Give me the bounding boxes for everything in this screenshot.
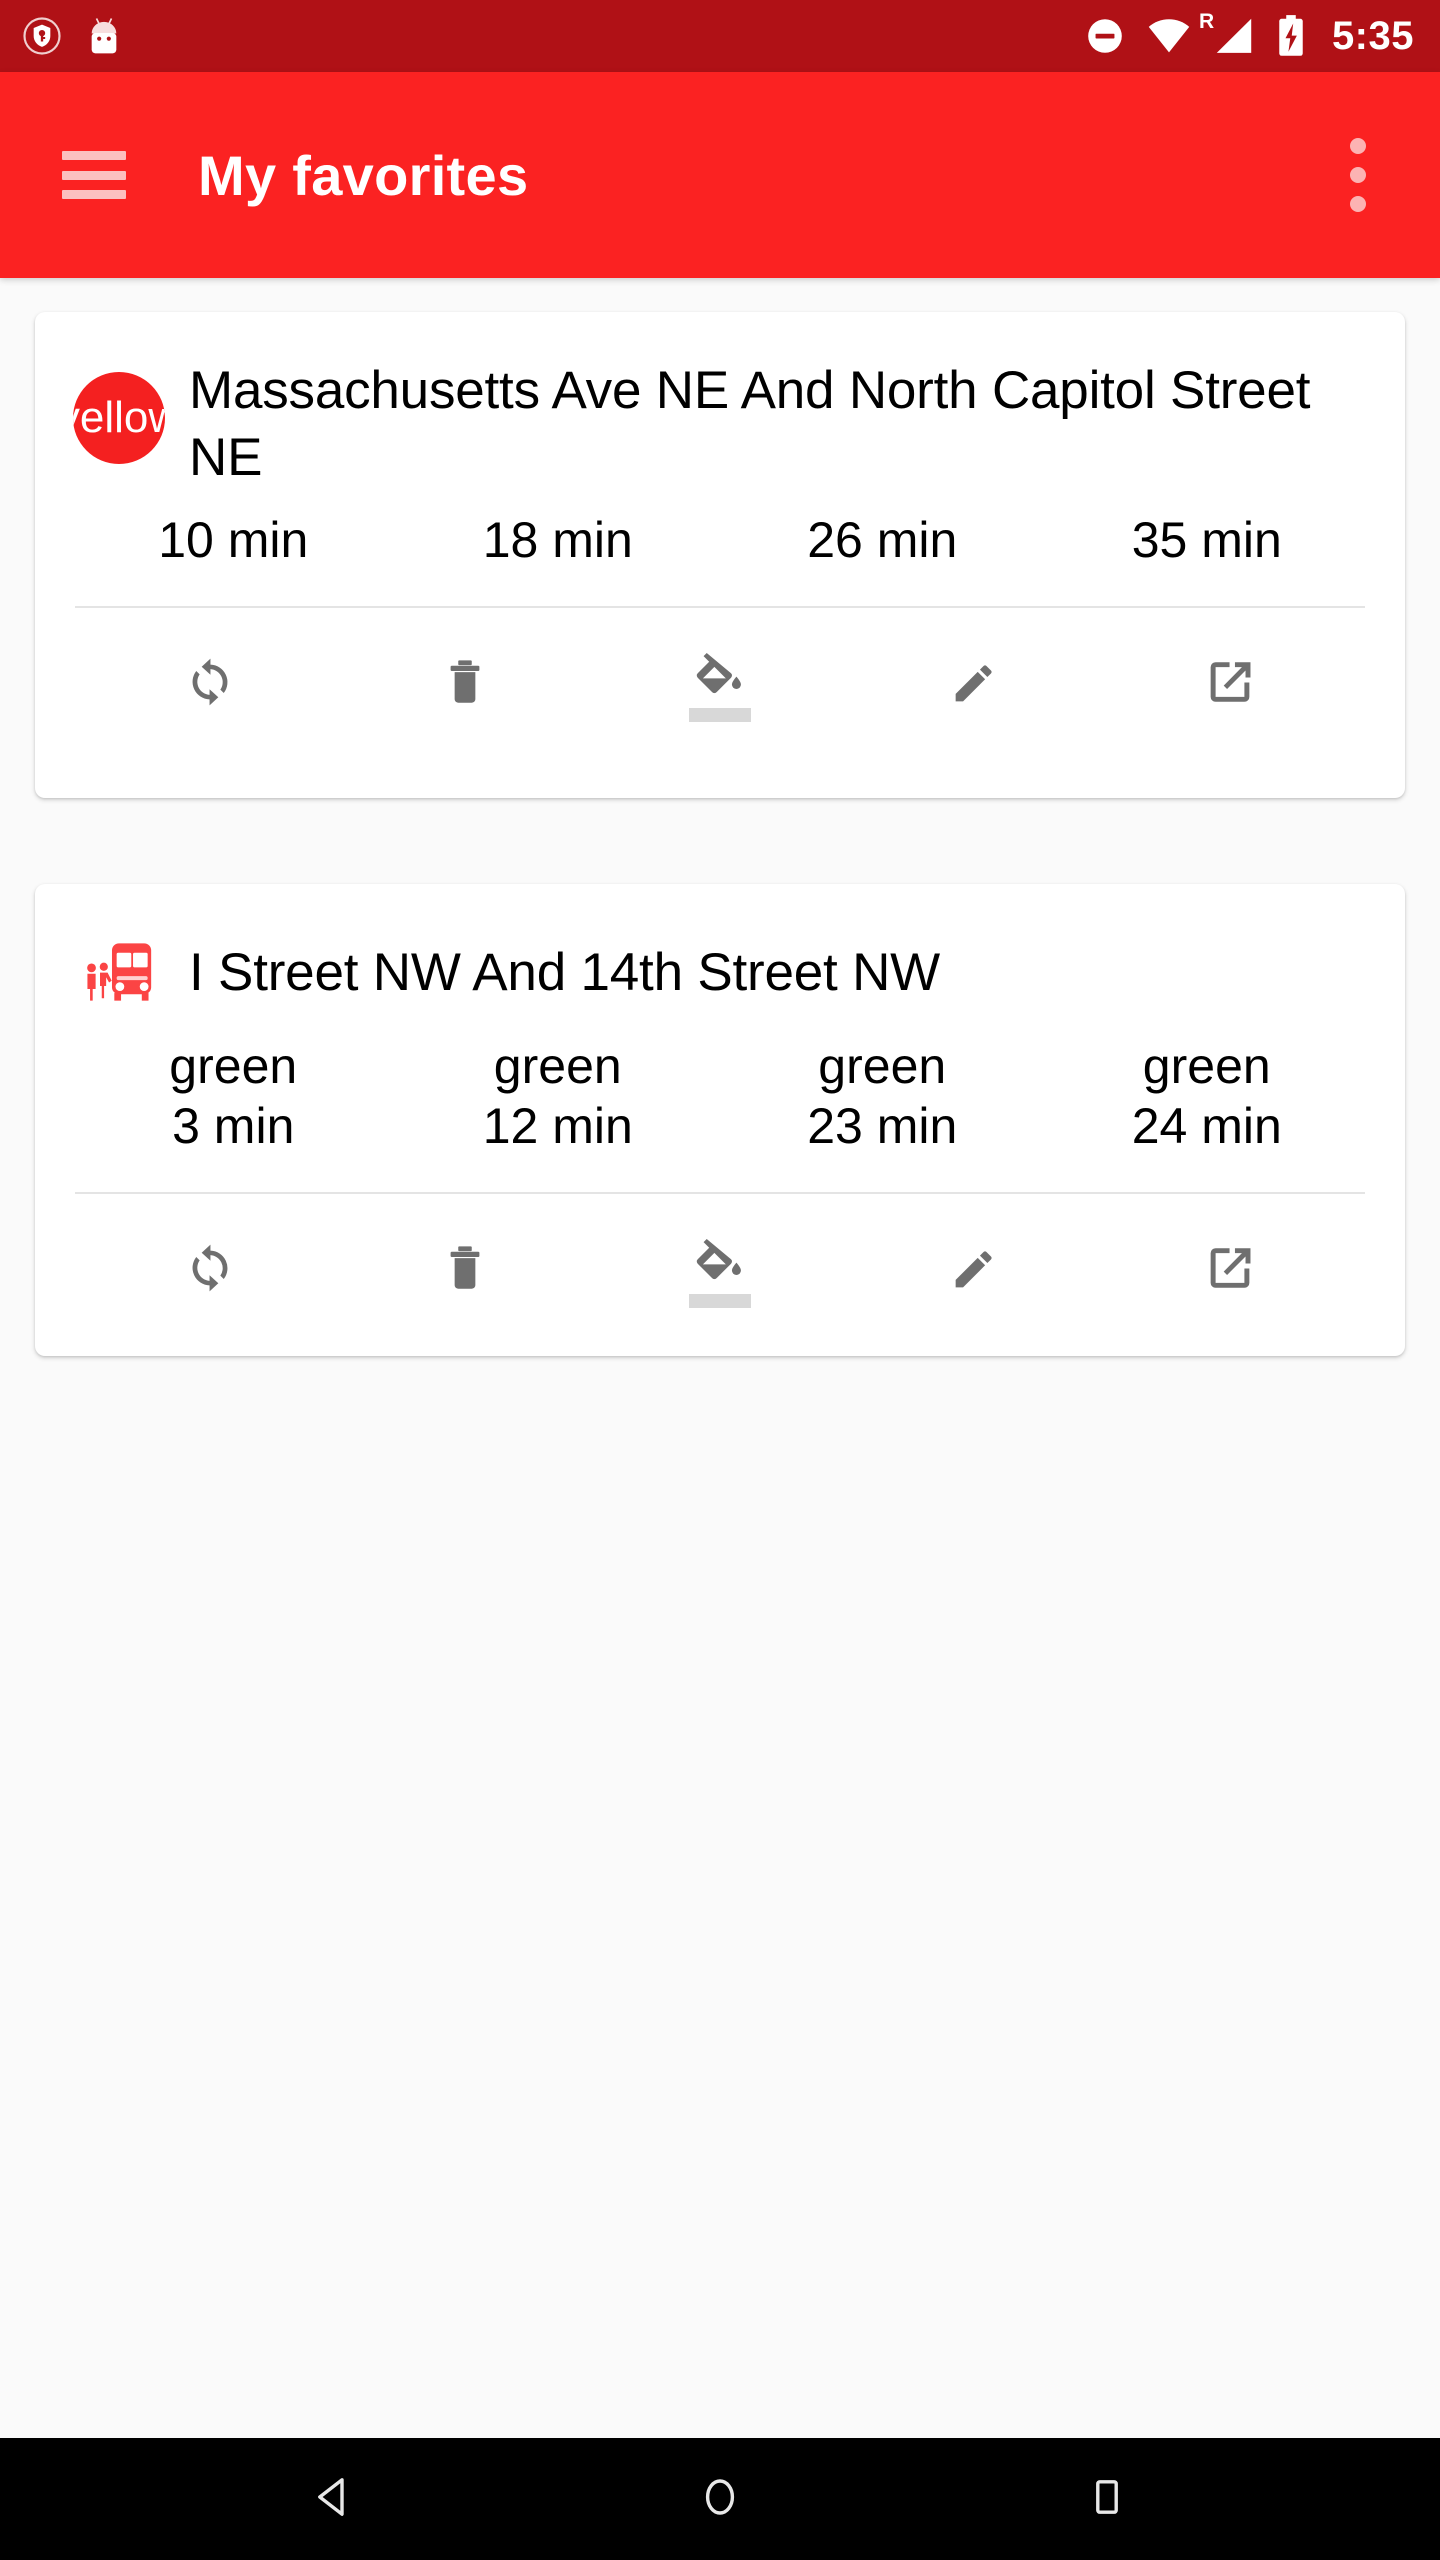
overflow-dot (1350, 167, 1366, 183)
departure-time: 26 min (807, 511, 958, 568)
status-bar-clock: 5:35 (1331, 14, 1414, 58)
departure-time: 24 min (1131, 1097, 1282, 1154)
delete-trash-icon (438, 1241, 492, 1300)
departure-time: 35 min (1131, 511, 1282, 568)
refresh-icon (183, 1241, 237, 1300)
recents-square-icon (1083, 2473, 1131, 2526)
battery-charging-icon (1276, 14, 1306, 58)
format-color-fill-icon (693, 1234, 747, 1289)
departure-route: green (1142, 1037, 1271, 1094)
back-button[interactable] (273, 2449, 393, 2549)
route-badge-avatar: yellow (73, 372, 165, 464)
set-color-button[interactable] (593, 1216, 848, 1326)
departure-cell: 10 min (71, 510, 396, 570)
departures-row: green 3 min green 12 min green 23 min gr… (35, 1018, 1405, 1156)
open-in-new-icon (1203, 1241, 1257, 1300)
departure-route: green (169, 1037, 298, 1094)
system-navigation-bar (0, 2438, 1440, 2560)
home-circle-icon (696, 2473, 744, 2526)
open-in-new-icon (1203, 655, 1257, 714)
app-root: R 5:35 My favorites ellow Massachusetts … (0, 0, 1440, 2560)
departure-time: 3 min (172, 1097, 295, 1154)
departure-route: green (818, 1037, 947, 1094)
stop-title: Massachusetts Ave NE And North Capitol S… (189, 361, 1311, 487)
delete-trash-icon (438, 655, 492, 714)
refresh-button[interactable] (83, 1216, 338, 1326)
refresh-icon (183, 655, 237, 714)
edit-button[interactable] (847, 1216, 1102, 1326)
departure-cell: green 24 min (1045, 1036, 1370, 1156)
status-bar-left-icons (22, 16, 124, 56)
route-badge-label: yellow (73, 393, 165, 442)
set-color-button[interactable] (593, 630, 848, 740)
card-header: I Street NW And 14th Street NW (35, 884, 1405, 1018)
card-actions (35, 1194, 1405, 1326)
card-header: yellow Massachusetts Ave NE And North Ca… (35, 312, 1405, 492)
app-bar: My favorites (0, 72, 1440, 278)
roaming-badge: R (1198, 10, 1215, 33)
edit-button[interactable] (847, 630, 1102, 740)
departure-cell: 35 min (1045, 510, 1370, 570)
vpn-key-shield-icon (22, 16, 62, 56)
favorite-card[interactable]: I Street NW And 14th Street NW green 3 m… (35, 883, 1405, 1356)
delete-button[interactable] (338, 1216, 593, 1326)
card-footer-spacer (35, 740, 1405, 798)
departures-row: 10 min 18 min 26 min 35 min (35, 492, 1405, 570)
back-triangle-icon (309, 2473, 357, 2526)
departure-cell: green 23 min (720, 1036, 1045, 1156)
stop-title: I Street NW And 14th Street NW (189, 942, 941, 1002)
departure-route: green (493, 1037, 622, 1094)
page-title: My favorites (198, 143, 529, 207)
departure-time: 18 min (482, 511, 633, 568)
wifi-icon (1146, 15, 1192, 57)
more-vert-icon[interactable] (1316, 120, 1400, 230)
departure-time: 10 min (158, 511, 309, 568)
hamburger-bar (62, 151, 126, 160)
open-in-new-button[interactable] (1102, 1216, 1357, 1326)
format-color-fill-icon (693, 648, 747, 703)
hamburger-bar (62, 190, 126, 199)
open-in-new-button[interactable] (1102, 630, 1357, 740)
edit-pencil-icon (948, 1241, 1002, 1300)
card-footer-spacer (35, 1326, 1405, 1356)
bus-stop-icon (73, 926, 165, 1018)
overflow-dot (1350, 196, 1366, 212)
refresh-button[interactable] (83, 630, 338, 740)
color-swatch-bar (688, 707, 751, 722)
departure-time: 23 min (807, 1097, 958, 1154)
card-actions (35, 608, 1405, 740)
edit-pencil-icon (948, 655, 1002, 714)
hamburger-bar (62, 170, 126, 180)
favorites-list: yellow Massachusetts Ave NE And North Ca… (0, 278, 1440, 2438)
departure-cell: 18 min (396, 510, 721, 570)
departure-cell: 26 min (720, 510, 1045, 570)
status-bar: R 5:35 (0, 0, 1440, 72)
do-not-disturb-icon (1084, 15, 1126, 57)
cell-signal-roaming-icon: R (1199, 11, 1256, 57)
android-head-icon (84, 16, 124, 56)
color-swatch-bar (688, 1293, 751, 1308)
overflow-dot (1350, 138, 1366, 154)
status-bar-right-icons: R 5:35 (1084, 11, 1414, 58)
delete-button[interactable] (338, 630, 593, 740)
departure-cell: green 12 min (396, 1036, 721, 1156)
departure-cell: green 3 min (71, 1036, 396, 1156)
departure-time: 12 min (482, 1097, 633, 1154)
home-button[interactable] (660, 2449, 780, 2549)
hamburger-menu-icon[interactable] (62, 151, 126, 199)
favorite-card[interactable]: yellow Massachusetts Ave NE And North Ca… (35, 312, 1405, 798)
recents-button[interactable] (1047, 2449, 1167, 2549)
